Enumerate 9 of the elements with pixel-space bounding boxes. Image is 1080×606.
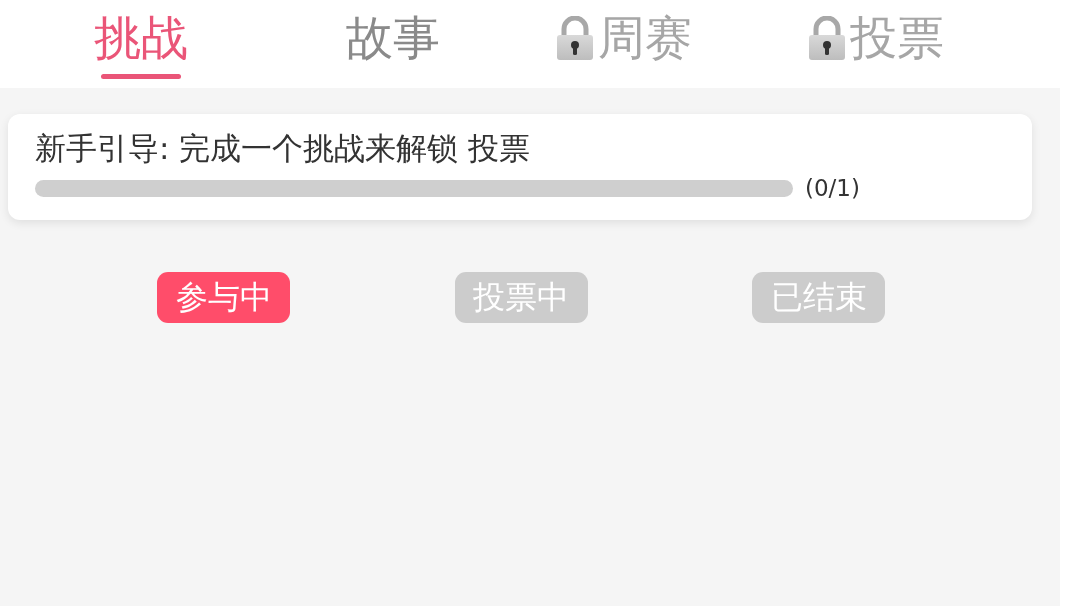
padlock-icon (808, 16, 846, 60)
guide-title: 新手引导: 完成一个挑战来解锁 投票 (35, 129, 532, 168)
padlock-icon (556, 16, 594, 60)
filter-button[interactable]: 参与中 (157, 272, 291, 323)
tab[interactable]: 周赛 (556, 12, 692, 64)
tab[interactable]: 故事 (346, 12, 440, 64)
tab[interactable]: 挑战 (94, 12, 188, 64)
progress-reading: (0/1) (805, 174, 860, 202)
tab[interactable]: 投票 (808, 12, 944, 64)
